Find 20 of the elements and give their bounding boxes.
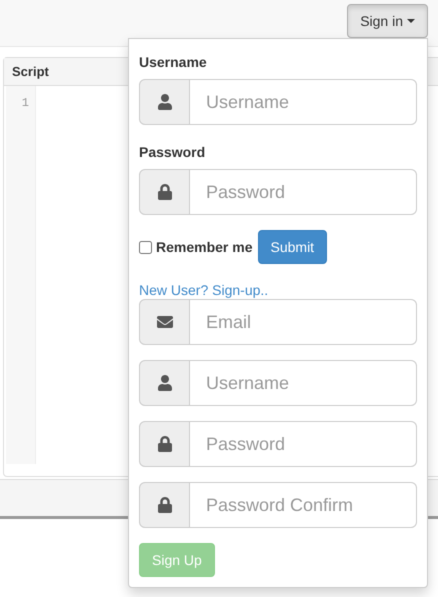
lock-icon <box>156 436 172 452</box>
caret-icon <box>407 19 415 23</box>
remember-label: Remember me <box>156 238 252 256</box>
input-field[interactable]: Username <box>190 360 417 406</box>
password-label: Password <box>139 143 206 162</box>
lock-icon <box>156 184 172 200</box>
input-field[interactable]: Password <box>190 169 417 215</box>
user-icon <box>156 94 172 110</box>
input-field[interactable]: Username <box>190 79 417 125</box>
lock-icon <box>156 497 172 513</box>
input-field[interactable]: Email <box>190 299 417 345</box>
sign-up-link[interactable]: New User? Sign-up.. <box>139 282 417 298</box>
sign-in-button[interactable]: Sign in <box>347 4 428 38</box>
line-number: 1 <box>22 95 29 112</box>
envelope-icon <box>156 314 172 330</box>
remember-checkbox[interactable] <box>139 240 152 254</box>
input-field[interactable]: Password Confirm <box>190 482 417 528</box>
submit-button[interactable]: Submit <box>258 230 328 264</box>
user-icon <box>156 375 172 391</box>
input-field[interactable]: Password <box>190 421 417 467</box>
